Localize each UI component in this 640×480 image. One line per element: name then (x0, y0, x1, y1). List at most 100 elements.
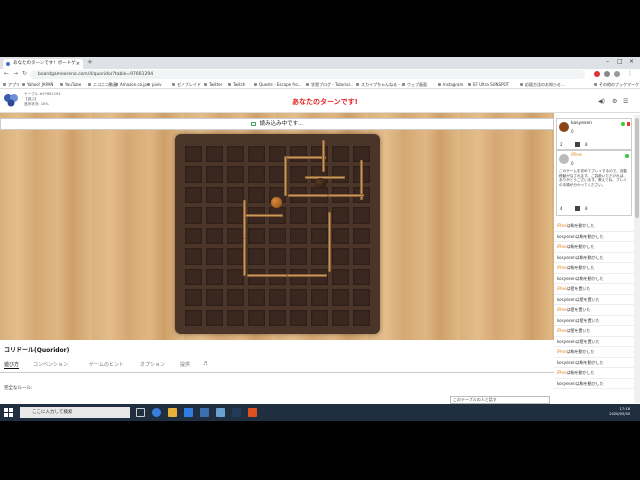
menu-icon[interactable]: ⋮ (627, 70, 633, 77)
board-cell[interactable] (206, 248, 223, 265)
board-cell[interactable] (290, 207, 307, 224)
board-cell[interactable] (206, 146, 223, 163)
board-cell[interactable] (332, 248, 349, 265)
board-cell[interactable] (269, 289, 286, 306)
board-cell[interactable] (248, 289, 265, 306)
chat-input[interactable]: このテーブルの人と話す (450, 396, 550, 404)
close-window-icon[interactable]: × (629, 58, 634, 65)
close-tab-icon[interactable]: × (76, 59, 80, 69)
board-cell[interactable] (227, 289, 244, 306)
board-cell[interactable] (248, 248, 265, 265)
log-player-name[interactable]: kosyesen (557, 381, 576, 386)
log-player-name[interactable]: kosyesen (557, 234, 576, 239)
url-input[interactable]: boardgamearena.com/4/quoridor?table=9766… (30, 70, 585, 79)
player-name[interactable]: iPine (571, 153, 582, 158)
avatar[interactable] (559, 154, 569, 164)
board-cell[interactable] (206, 186, 223, 204)
bookmark-item[interactable]: Instagram (438, 81, 463, 88)
mail-icon[interactable] (216, 408, 225, 417)
board-cell[interactable] (227, 207, 244, 224)
board-cell[interactable] (269, 248, 286, 265)
bookmark-item[interactable]: YouTube (60, 81, 81, 88)
scrollbar-thumb[interactable] (635, 118, 639, 218)
board-cell[interactable] (290, 248, 307, 265)
log-player-name[interactable]: iPine (557, 286, 567, 291)
log-player-name[interactable]: iPine (557, 349, 567, 354)
log-player-name[interactable]: kosyesen (557, 255, 576, 260)
bookmark-item[interactable]: その他のブックマーク (594, 81, 639, 88)
log-player-name[interactable]: kosyesen (557, 276, 576, 281)
task-view-icon[interactable] (136, 408, 145, 417)
board-cell[interactable] (227, 268, 244, 286)
maximize-icon[interactable]: □ (617, 58, 623, 65)
board-cell[interactable] (290, 146, 307, 163)
board-cell[interactable] (227, 146, 244, 163)
log-player-name[interactable]: iPine (557, 307, 567, 312)
taskbar-search-input[interactable]: ここに入力して検索 (20, 407, 130, 418)
board-cell[interactable] (353, 227, 370, 245)
settings-icon[interactable]: ⚙ (612, 98, 617, 105)
board-cell[interactable] (353, 268, 370, 286)
bookmark-item[interactable]: Twitter (204, 81, 222, 88)
log-player-name[interactable]: iPine (557, 265, 567, 270)
board-cell[interactable] (332, 268, 349, 286)
tab-how-to-play[interactable]: 遊び方 (4, 361, 20, 369)
board-cell[interactable] (185, 268, 202, 286)
board-cell[interactable] (227, 166, 244, 183)
bookmark-item[interactable]: アプリ (3, 81, 20, 88)
board-cell[interactable] (185, 146, 202, 163)
windows-start-icon[interactable] (4, 408, 13, 417)
board-cell[interactable] (185, 309, 202, 326)
board-cell[interactable] (332, 166, 349, 183)
board-cell[interactable] (248, 186, 265, 204)
edge-icon[interactable] (184, 408, 193, 417)
player-pawn-orange[interactable] (271, 197, 282, 208)
bookmark-item[interactable]: Amazon.co.jp (115, 81, 147, 88)
browser-tab[interactable]: あなたのターンです！ボードゲ × (3, 59, 83, 69)
board-cell[interactable] (206, 309, 223, 326)
tab-game-hints[interactable]: ゲームのヒント (89, 361, 124, 368)
board-cell[interactable] (248, 227, 265, 245)
board-cell[interactable] (311, 309, 328, 326)
board-cell[interactable] (227, 309, 244, 326)
chrome-icon[interactable] (152, 408, 161, 417)
bookmark-item[interactable]: ゼノブレイド (172, 81, 201, 88)
forward-icon[interactable]: → (13, 70, 18, 77)
steam-icon[interactable] (232, 408, 241, 417)
board-cell[interactable] (311, 248, 328, 265)
log-player-name[interactable]: kosyesen (557, 339, 576, 344)
bga-logo-icon[interactable] (3, 93, 19, 107)
player-pawn-dark[interactable] (315, 178, 326, 189)
board-cell[interactable] (311, 289, 328, 306)
bookmark-item[interactable]: Yahoo! JAPAN (22, 81, 53, 88)
board-cell[interactable] (353, 248, 370, 265)
board-cell[interactable] (290, 289, 307, 306)
log-player-name[interactable]: iPine (557, 370, 567, 375)
log-player-name[interactable]: iPine (557, 223, 567, 228)
board-cell[interactable] (332, 227, 349, 245)
bookmark-item[interactable]: スカイプちゃんねる - ... (356, 81, 405, 88)
board-cell[interactable] (311, 146, 328, 163)
board-cell[interactable] (311, 207, 328, 224)
board-cell[interactable] (353, 309, 370, 326)
board-cell[interactable] (227, 248, 244, 265)
bookmark-item[interactable]: 学習ブログ - Tutorial... (306, 81, 354, 88)
app-icon[interactable] (248, 408, 257, 417)
store-icon[interactable] (200, 408, 209, 417)
board-cell[interactable] (185, 248, 202, 265)
board-cell[interactable] (227, 186, 244, 204)
board-cell[interactable] (185, 289, 202, 306)
extension-icon-2[interactable] (604, 71, 610, 77)
bookmark-item[interactable]: EF Ultra SUNSPOT (468, 81, 509, 88)
tab-music[interactable]: ♬ (203, 361, 207, 367)
scrollbar[interactable] (634, 115, 640, 403)
log-player-name[interactable]: kosyesen (557, 297, 576, 302)
avatar[interactable] (559, 122, 569, 132)
new-tab-button[interactable]: + (87, 58, 93, 66)
board-cell[interactable] (206, 268, 223, 286)
tab-credits[interactable]: 提供 (180, 361, 190, 368)
board-cell[interactable] (332, 207, 349, 224)
board-cell[interactable] (206, 166, 223, 183)
hamburger-menu-icon[interactable]: ☰ (623, 98, 628, 105)
board-cell[interactable] (290, 227, 307, 245)
